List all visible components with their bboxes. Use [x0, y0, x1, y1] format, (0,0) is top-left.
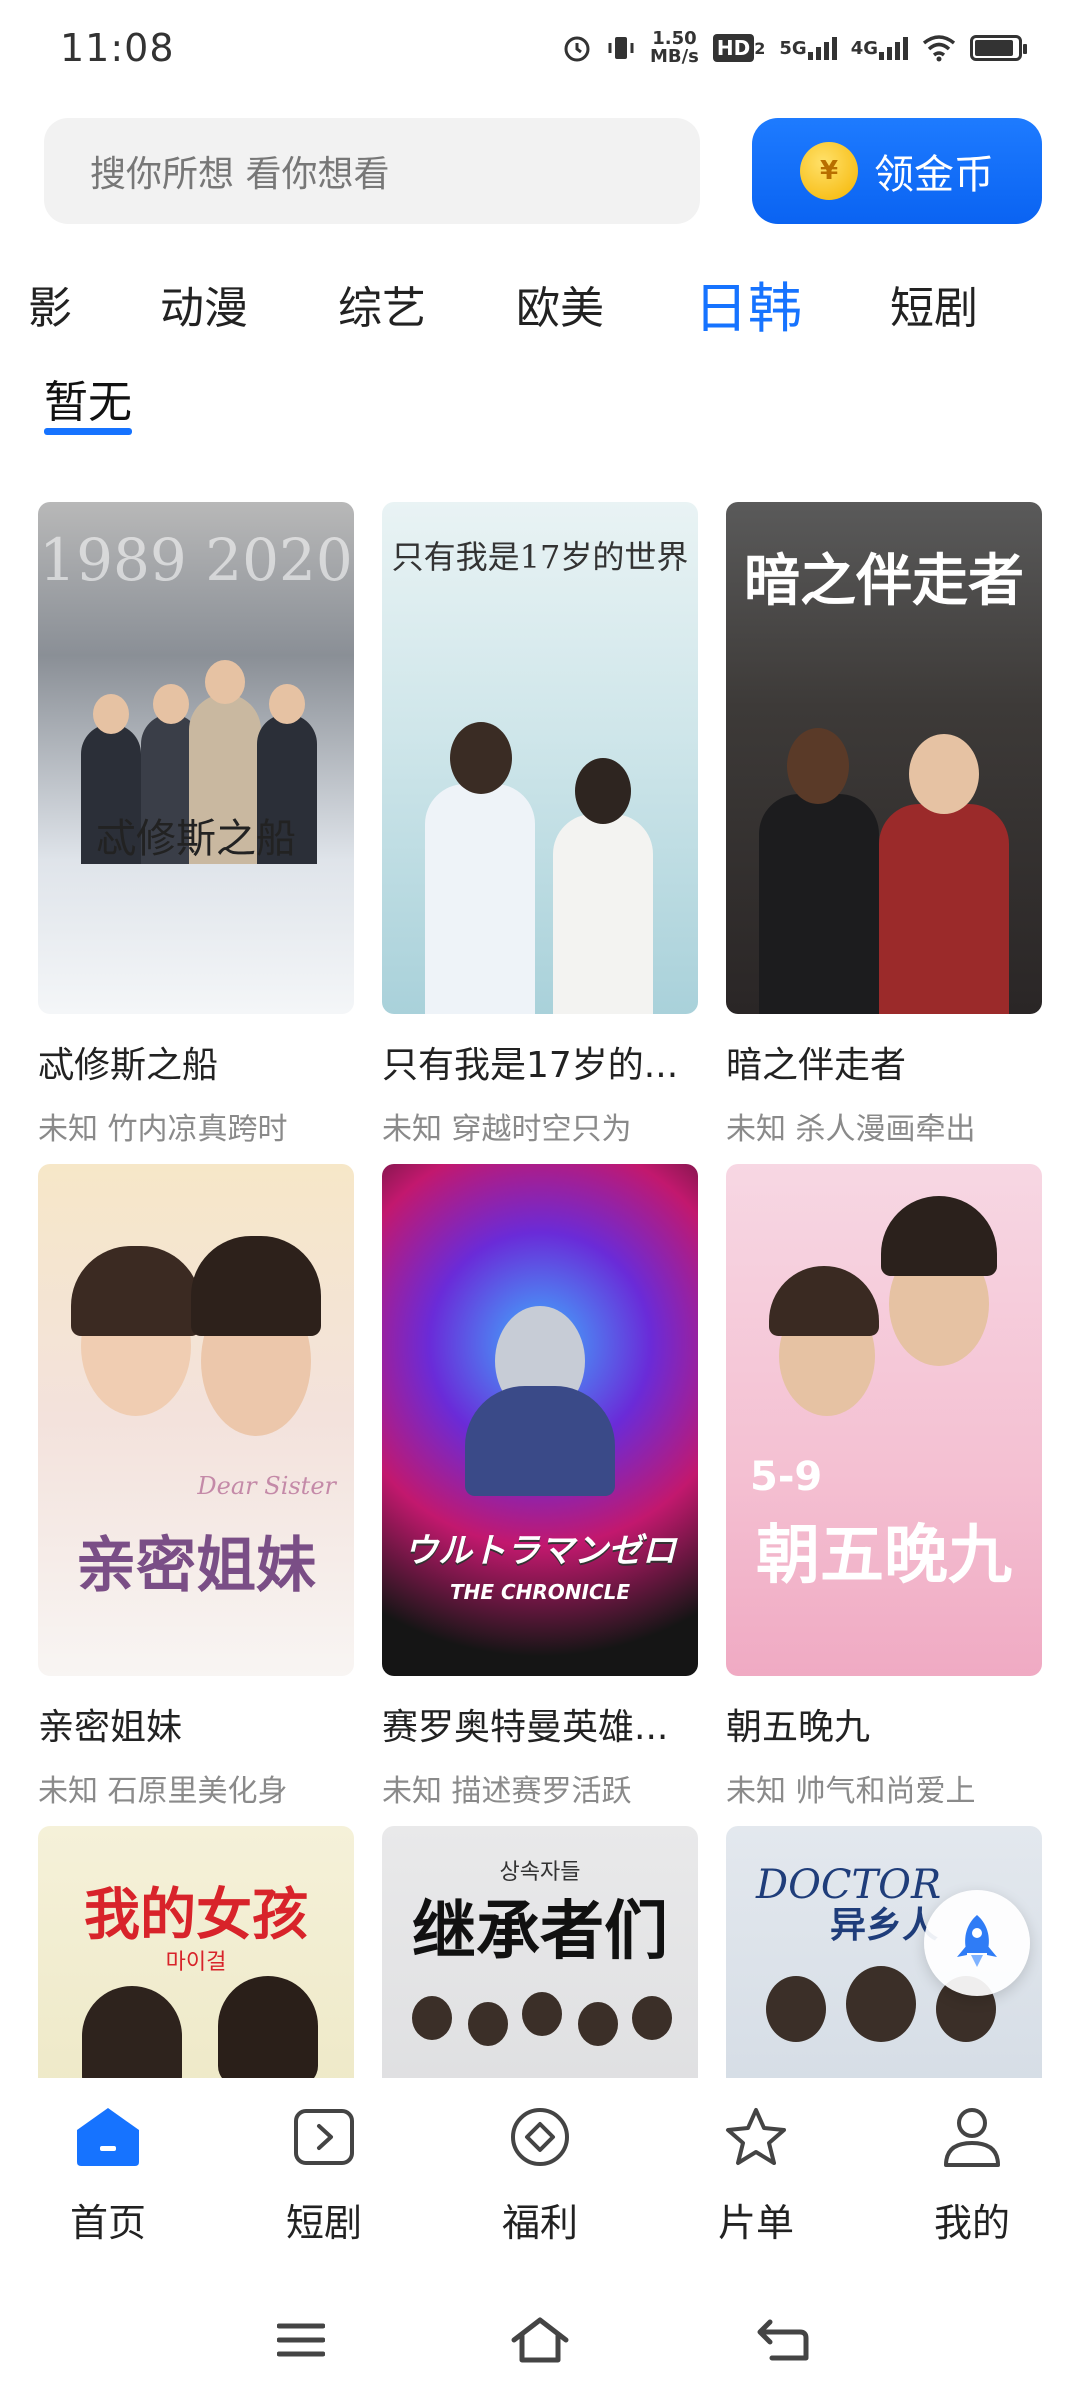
status-bar: 11:08 1.50 MB/s HD 2 5G 4G [0, 0, 1080, 100]
hd-icon: HD 2 [712, 34, 765, 62]
poster-title-text: 亲密姐妹 [76, 1531, 316, 1601]
battery-icon [970, 35, 1027, 61]
profile-icon [937, 2102, 1007, 2172]
card-title[interactable]: 赛罗奥特曼英雄... [382, 1698, 698, 1750]
card-title[interactable]: 亲密姐妹 [38, 1698, 354, 1750]
status-icons: 1.50 MB/s HD 2 5G 4G [562, 28, 1027, 67]
media-card[interactable]: 상속자들 继承者们 [382, 1826, 698, 2078]
coin-icon: ¥ [800, 142, 858, 200]
back-to-top-button[interactable] [924, 1890, 1030, 1996]
network-speed: 1.50 MB/s [649, 28, 699, 67]
category-tabs: 影 动漫 综艺 欧美 日韩 短剧 [0, 262, 1080, 342]
status-time: 11:08 [60, 26, 175, 70]
search-input[interactable]: 搜你所想 看你想看 [44, 118, 700, 224]
tab-short-drama[interactable]: 短剧 [890, 272, 978, 336]
nav-playlist[interactable]: 片单 [666, 2102, 846, 2247]
media-card[interactable]: Dear Sister 亲密姐妹 亲密姐妹 未知 石原里美化身 [38, 1164, 354, 1810]
tab-variety[interactable]: 综艺 [338, 272, 426, 336]
alarm-icon [562, 33, 592, 63]
signal-4g-icon: 4G [851, 36, 908, 60]
card-subtitle: 未知 穿越时空只为 [382, 1112, 632, 1147]
tab-western[interactable]: 欧美 [516, 272, 604, 336]
welfare-icon [505, 2102, 575, 2172]
system-home-icon[interactable] [505, 2310, 575, 2370]
poster-image[interactable]: 5-9 朝五晚九 [726, 1164, 1042, 1676]
nav-home[interactable]: 首页 [18, 2102, 198, 2247]
card-title[interactable]: 忒修斯之船 [38, 1036, 354, 1088]
nav-short-drama[interactable]: 短剧 [234, 2102, 414, 2247]
card-title[interactable]: 朝五晚九 [726, 1698, 1042, 1750]
media-card[interactable]: 我的女孩 마이걸 [38, 1826, 354, 2078]
sub-tab-none[interactable]: 暂无 [44, 366, 132, 430]
poster-title-text: 暗之伴走者 [744, 549, 1024, 614]
poster-title-text: 我的女孩 [84, 1883, 308, 1948]
claim-coins-label: 领金币 [874, 152, 994, 198]
poster-image[interactable]: 暗之伴走者 [726, 502, 1042, 1014]
sub-tab-indicator [44, 428, 132, 435]
poster-title-text: 只有我是17岁的世界 [391, 538, 689, 576]
nav-welfare[interactable]: 福利 [450, 2102, 630, 2247]
poster-image[interactable]: Dear Sister 亲密姐妹 [38, 1164, 354, 1676]
poster-title-text: 继承者们 [412, 1895, 668, 1969]
media-card[interactable]: 只有我是17岁的世界 只有我是17岁的... 未知 穿越时空只为 [382, 502, 698, 1148]
card-title[interactable]: 暗之伴走者 [726, 1036, 1042, 1088]
card-subtitle: 未知 竹内凉真跨时 [38, 1112, 288, 1147]
tab-anime[interactable]: 动漫 [160, 272, 248, 336]
content-grid: 1989 2020 忒修斯之船 忒修斯之船 未知 竹内凉真跨时 只有我是17岁的… [38, 502, 1042, 2078]
media-card[interactable]: 1989 2020 忒修斯之船 忒修斯之船 未知 竹内凉真跨时 [38, 502, 354, 1148]
nav-profile[interactable]: 我的 [882, 2102, 1062, 2247]
poster-image[interactable]: 我的女孩 마이걸 [38, 1826, 354, 2078]
search-placeholder: 搜你所想 看你想看 [90, 154, 390, 195]
menu-icon[interactable] [266, 2310, 336, 2370]
signal-5g-icon: 5G [779, 36, 837, 60]
poster-image[interactable]: 1989 2020 忒修斯之船 [38, 502, 354, 1014]
poster-image[interactable]: ウルトラマンゼロ THE CHRONICLE [382, 1164, 698, 1676]
media-card[interactable]: 5-9 朝五晚九 朝五晚九 未知 帅气和尚爱上 [726, 1164, 1042, 1810]
poster-title-text: 异乡人 [830, 1905, 939, 1946]
bottom-nav: 首页 短剧 福利 片单 我的 [0, 2078, 1080, 2258]
home-icon [73, 2102, 143, 2172]
poster-title-text: 忒修斯之船 [96, 816, 296, 862]
claim-coins-button[interactable]: ¥ 领金币 [752, 118, 1042, 224]
vibrate-icon [606, 33, 636, 63]
card-subtitle: 未知 描述赛罗活跃 [382, 1774, 632, 1809]
media-card[interactable]: ウルトラマンゼロ THE CHRONICLE 赛罗奥特曼英雄... 未知 描述赛… [382, 1164, 698, 1810]
poster-image[interactable]: 只有我是17岁的世界 [382, 502, 698, 1014]
back-icon[interactable] [748, 2310, 818, 2370]
poster-title-text: 朝五晚九 [756, 1519, 1012, 1593]
wifi-icon [922, 34, 956, 62]
system-nav-bar [0, 2290, 1080, 2400]
rocket-icon [949, 1911, 1005, 1975]
poster-title-text: ウルトラマンゼロ [404, 1531, 676, 1571]
card-title[interactable]: 只有我是17岁的... [382, 1036, 698, 1088]
card-subtitle: 未知 石原里美化身 [38, 1774, 288, 1809]
star-icon [721, 2102, 791, 2172]
short-drama-icon [289, 2102, 359, 2172]
card-subtitle: 未知 杀人漫画牵出 [726, 1112, 976, 1147]
poster-image[interactable]: 상속자들 继承者们 [382, 1826, 698, 2078]
tab-movie[interactable]: 影 [28, 272, 72, 336]
card-subtitle: 未知 帅气和尚爱上 [726, 1774, 976, 1809]
media-card[interactable]: 暗之伴走者 暗之伴走者 未知 杀人漫画牵出 [726, 502, 1042, 1148]
tab-japan-korea[interactable]: 日韩 [694, 264, 802, 343]
